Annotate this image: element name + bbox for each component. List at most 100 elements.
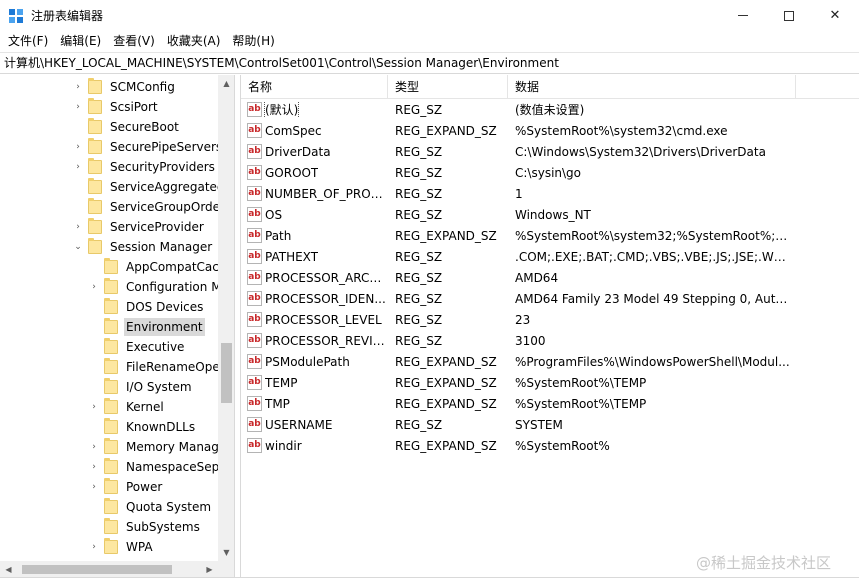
value-name: PROCESSOR_IDEN... [265, 291, 386, 306]
value-row[interactable]: ab PSModulePath REG_EXPAND_SZ %ProgramFiles… [241, 351, 793, 372]
tree-item[interactable]: ServiceAggregated [72, 177, 227, 197]
scroll-down-icon[interactable]: ▼ [218, 544, 234, 561]
column-header-name[interactable]: 名称 [241, 75, 388, 99]
value-row[interactable]: ab USERNAME REG_SZ SYSTEM [241, 414, 793, 435]
value-row[interactable]: ab TEMP REG_EXPAND_SZ %SystemRoot%\TEMP [241, 372, 793, 393]
value-row[interactable]: ab windir REG_EXPAND_SZ %SystemRoot% [241, 435, 793, 456]
value-row[interactable]: ab PROCESSOR_LEVEL REG_SZ 23 [241, 309, 793, 330]
tree-scroll-thumb[interactable] [221, 343, 232, 403]
chevron-right-icon[interactable]: › [72, 137, 84, 157]
folder-icon [88, 178, 102, 194]
value-type: REG_SZ [395, 186, 443, 201]
column-header-type[interactable]: 类型 [388, 75, 508, 99]
maximize-button[interactable] [766, 0, 812, 31]
scroll-left-icon[interactable]: ◀ [0, 561, 17, 578]
tree-item[interactable]: › Power [88, 477, 164, 497]
tree-item[interactable]: › Memory Manag [88, 437, 221, 457]
chevron-right-icon[interactable]: › [88, 537, 100, 557]
value-row[interactable]: ab ComSpec REG_EXPAND_SZ %SystemRoot%\syste… [241, 120, 793, 141]
value-row[interactable]: ab PROCESSOR_ARCH... REG_SZ AMD64 [241, 267, 793, 288]
chevron-right-icon[interactable]: › [88, 457, 100, 477]
chevron-right-icon[interactable]: › [88, 397, 100, 417]
chevron-right-icon[interactable]: › [88, 437, 100, 457]
tree-item-label: SecureBoot [110, 120, 179, 134]
value-row[interactable]: ab Path REG_EXPAND_SZ %SystemRoot%\system32… [241, 225, 793, 246]
menu-view[interactable]: 查看(V) [107, 31, 161, 51]
chevron-right-icon[interactable]: › [72, 77, 84, 97]
tree-item[interactable]: › SecurityProviders [72, 157, 217, 177]
value-row[interactable]: ab GOROOT REG_SZ C:\sysin\go [241, 162, 793, 183]
value-data: 1 [515, 186, 523, 201]
registry-editor-icon [9, 9, 23, 23]
value-row[interactable]: ab PROCESSOR_REVIS... REG_SZ 3100 [241, 330, 793, 351]
tree-item[interactable]: DOS Devices [88, 297, 205, 317]
value-row[interactable]: ab TMP REG_EXPAND_SZ %SystemRoot%\TEMP [241, 393, 793, 414]
value-data: C:\Windows\System32\Drivers\DriverData [515, 144, 766, 159]
chevron-right-icon[interactable]: › [88, 477, 100, 497]
folder-icon [104, 518, 118, 534]
chevron-right-icon[interactable]: › [88, 277, 100, 297]
scroll-up-icon[interactable]: ▲ [218, 75, 234, 92]
tree-item[interactable]: ServiceGroupOrde [72, 197, 222, 217]
menu-help[interactable]: 帮助(H) [226, 31, 280, 51]
tree-horizontal-scrollbar[interactable]: ◀ ▶ [0, 561, 218, 578]
value-row[interactable]: ab DriverData REG_SZ C:\Windows\System32\Dr… [241, 141, 793, 162]
value-data: (数值未设置) [515, 103, 585, 117]
value-data: %ProgramFiles%\WindowsPowerShell\Modul..… [515, 354, 790, 369]
value-row[interactable]: ab PATHEXT REG_SZ .COM;.EXE;.BAT;.CMD;.VBS;… [241, 246, 793, 267]
tree-item-label: Kernel [126, 400, 164, 414]
menu-favorites[interactable]: 收藏夹(A) [161, 31, 227, 51]
value-name: PATHEXT [265, 249, 319, 264]
chevron-right-icon [88, 377, 100, 397]
tree-item[interactable]: › Configuration M [88, 277, 224, 297]
close-button[interactable]: ✕ [812, 0, 858, 31]
chevron-right-icon[interactable]: › [72, 97, 84, 117]
column-header-data[interactable]: 数据 [508, 75, 796, 99]
minimize-button[interactable] [720, 0, 766, 31]
string-value-icon: ab [247, 417, 262, 432]
tree-item[interactable]: Environment [88, 317, 205, 337]
value-row[interactable]: ab (默认) REG_SZ (数值未设置) [241, 99, 793, 120]
tree-item[interactable]: SubSystems [88, 517, 202, 537]
tree-vertical-scrollbar[interactable]: ▲ ▼ [218, 75, 234, 561]
value-row[interactable]: ab PROCESSOR_IDEN... REG_SZ AMD64 Family 23… [241, 288, 793, 309]
tree-item[interactable]: ⌄ Session Manager [72, 237, 214, 257]
string-value-icon: ab [247, 312, 262, 327]
tree-hscroll-thumb[interactable] [22, 565, 172, 574]
tree-item[interactable]: › Kernel [88, 397, 166, 417]
chevron-right-icon[interactable]: › [72, 157, 84, 177]
value-row[interactable]: ab OS REG_SZ Windows_NT [241, 204, 793, 225]
tree-item[interactable]: Quota System [88, 497, 213, 517]
values-list-pane[interactable]: 名称 类型 数据 ab (默认) REG_SZ (数值未设置) ab ComSpec REG… [240, 75, 859, 578]
tree-item[interactable]: FileRenameOpe [88, 357, 222, 377]
tree-item[interactable]: › SCMConfig [72, 77, 177, 97]
value-type: REG_EXPAND_SZ [395, 396, 497, 411]
tree-item[interactable]: › WPA [88, 537, 155, 557]
tree-item[interactable]: › ServiceProvider [72, 217, 206, 237]
tree-item[interactable]: › ScsiPort [72, 97, 160, 117]
menu-file[interactable]: 文件(F) [2, 31, 54, 51]
address-bar[interactable]: 计算机\HKEY_LOCAL_MACHINE\SYSTEM\ControlSet… [0, 52, 859, 74]
tree-item[interactable]: › SecurePipeServers [72, 137, 224, 157]
key-tree-pane[interactable]: › SCMConfig › ScsiPort SecureBoot › SecurePipe… [0, 75, 235, 578]
value-row[interactable]: ab NUMBER_OF_PROC... REG_SZ 1 [241, 183, 793, 204]
tree-item[interactable]: › NamespaceSepa [88, 457, 229, 477]
tree-item[interactable]: I/O System [88, 377, 194, 397]
menu-edit[interactable]: 编辑(E) [54, 31, 107, 51]
value-name: DriverData [265, 144, 331, 159]
tree-item-label: SecurityProviders [110, 160, 215, 174]
tree-item[interactable]: KnownDLLs [88, 417, 197, 437]
value-name-cell: ab PROCESSOR_IDEN... [241, 291, 388, 306]
string-value-icon: ab [247, 375, 262, 390]
chevron-down-icon[interactable]: ⌄ [72, 237, 84, 257]
scroll-right-icon[interactable]: ▶ [201, 561, 218, 578]
chevron-right-icon[interactable]: › [72, 217, 84, 237]
tree-item[interactable]: SecureBoot [72, 117, 181, 137]
tree-item[interactable]: AppCompatCacl [88, 257, 224, 277]
title-bar[interactable]: 注册表编辑器 ✕ [0, 0, 859, 31]
value-data: %SystemRoot% [515, 438, 610, 453]
value-name-cell: ab GOROOT [241, 165, 388, 180]
value-name: PROCESSOR_LEVEL [265, 312, 382, 327]
tree-item[interactable]: Executive [88, 337, 186, 357]
list-header: 名称 类型 数据 [241, 75, 859, 99]
